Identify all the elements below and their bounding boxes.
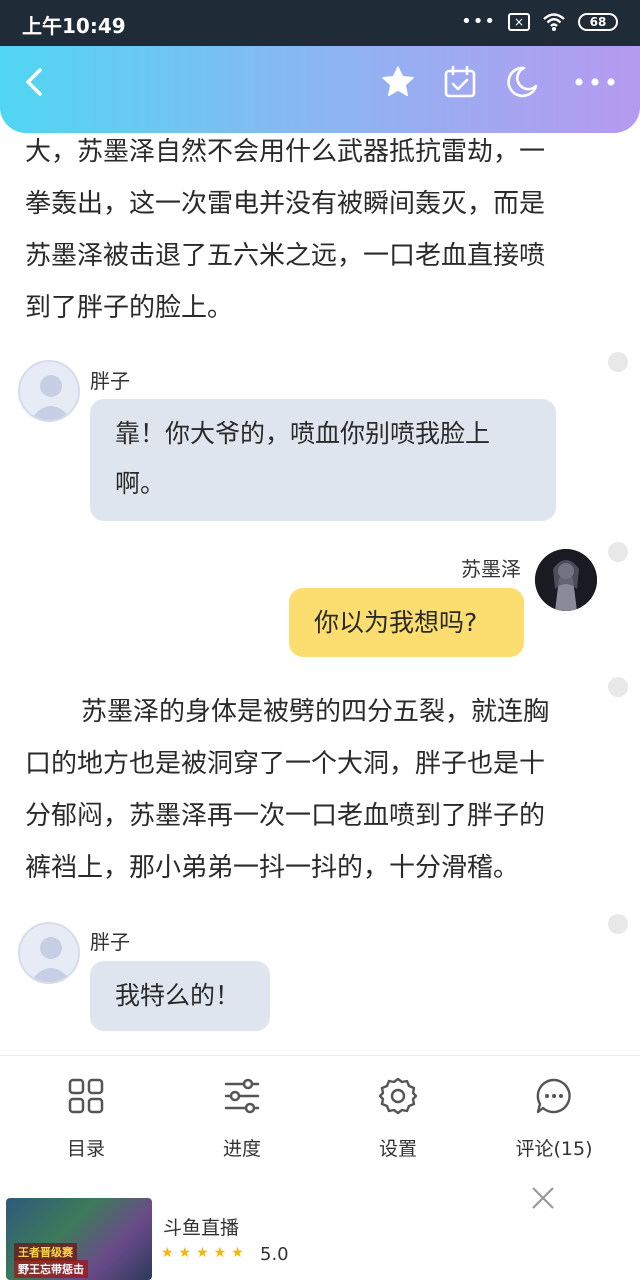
more-dots-icon [575, 78, 615, 86]
story-paragraph: 苏墨泽的身体是被劈的四分五裂，就连胸 口的地方也是被洞穿了一个大洞，胖子也是十 … [25, 686, 590, 894]
ad-thumb-subtitle: 野王忘带惩击 [14, 1260, 88, 1278]
avatar[interactable] [18, 922, 80, 984]
calendar-check-icon [444, 65, 476, 98]
status-bar: 上午10:49 ••• × 68 [0, 0, 640, 46]
bubble-line: 靠！你大爷的，喷血你别喷我脸上 [115, 419, 491, 448]
bubble-line: 啊。 [115, 469, 166, 498]
grid-catalog-icon [68, 1078, 104, 1114]
chat-bubble: 靠！你大爷的，喷血你别喷我脸上 啊。 [90, 399, 556, 521]
more-notifications-icon: ••• [461, 11, 496, 32]
comment-bubble-icon [536, 1078, 571, 1114]
chat-bubble: 你以为我想吗? [289, 588, 524, 657]
bubble-line: 你以为我想吗? [314, 608, 478, 637]
bookmark-star-button[interactable] [378, 62, 418, 102]
ad-banner[interactable]: 王者晋级赛 野王忘带惩击 斗鱼直播 ★★★★★ 5.0 [0, 1185, 640, 1280]
default-avatar-icon [30, 937, 72, 982]
more-options-button[interactable] [572, 62, 618, 102]
gear-icon [378, 1077, 418, 1115]
comments-label: 评论(15) [515, 1138, 593, 1160]
paragraph-line: 到了胖子的脸上。 [25, 293, 234, 323]
wifi-icon [543, 12, 565, 31]
paragraph-line: 苏墨泽被击退了五六米之远，一口老血直接喷 [25, 241, 546, 271]
ad-rating: 5.0 [260, 1244, 289, 1265]
bubble-line: 我特么的！ [115, 981, 241, 1010]
close-icon[interactable] [530, 1185, 556, 1211]
ad-thumbnail[interactable]: 王者晋级赛 野王忘带惩击 [6, 1198, 152, 1280]
settings-label: 设置 [378, 1138, 417, 1160]
speaker-name: 胖子 [90, 369, 130, 393]
reader-header: 上午10:49 ••• × 68 [0, 0, 640, 133]
sliders-progress-icon [224, 1078, 260, 1114]
story-paragraph: 大，苏墨泽自然不会用什么武器抵抗雷劫，一 拳轰出，这一次雷电并没有被瞬间轰灭，而… [25, 126, 590, 334]
comments-button[interactable]: 评论(15) [484, 1076, 624, 1161]
battery-indicator: 68 [578, 12, 618, 31]
speaker-name: 苏墨泽 [461, 557, 521, 581]
status-time: 上午10:49 [22, 14, 126, 38]
catalog-button[interactable]: 目录 [16, 1076, 156, 1161]
status-icons: ••• × 68 [461, 11, 618, 32]
side-dot [608, 677, 628, 697]
paragraph-line: 大，苏墨泽自然不会用什么武器抵抗雷劫，一 [25, 137, 546, 167]
rating-stars-icon: ★★★★★ [161, 1245, 249, 1261]
progress-label: 进度 [222, 1138, 261, 1160]
checkin-calendar-button[interactable] [440, 62, 480, 102]
progress-button[interactable]: 进度 [172, 1076, 312, 1161]
paragraph-line: 口的地方也是被洞穿了一个大洞，胖子也是十 [25, 749, 546, 779]
back-button[interactable] [16, 62, 56, 102]
side-dot [608, 352, 628, 372]
back-chevron-icon [26, 68, 42, 96]
star-icon [382, 66, 414, 97]
character-avatar-icon [535, 549, 597, 611]
moon-icon [507, 66, 538, 98]
paragraph-line: 拳轰出，这一次雷电并没有被瞬间轰灭，而是 [25, 189, 546, 219]
speaker-name: 胖子 [90, 930, 130, 954]
night-mode-button[interactable] [502, 62, 542, 102]
avatar[interactable] [535, 549, 597, 611]
sim-icon: × [508, 12, 530, 31]
avatar[interactable] [18, 360, 80, 422]
side-dot [608, 542, 628, 562]
paragraph-line: 裤裆上，那小弟弟一抖一抖的，十分滑稽。 [25, 853, 520, 883]
paragraph-line: 苏墨泽的身体是被劈的四分五裂，就连胸 [81, 697, 550, 727]
paragraph-line: 分郁闷，苏墨泽再一次一口老血喷到了胖子的 [25, 801, 546, 831]
ad-title: 斗鱼直播 [163, 1217, 240, 1239]
ad-thumb-title: 王者晋级赛 [14, 1243, 77, 1261]
catalog-label: 目录 [66, 1138, 105, 1160]
settings-button[interactable]: 设置 [328, 1076, 468, 1161]
side-dot [608, 914, 628, 934]
default-avatar-icon [30, 375, 72, 420]
chat-bubble: 我特么的！ [90, 961, 270, 1031]
bottom-toolbar: 目录 进度 设置 评论(15) [0, 1055, 640, 1180]
